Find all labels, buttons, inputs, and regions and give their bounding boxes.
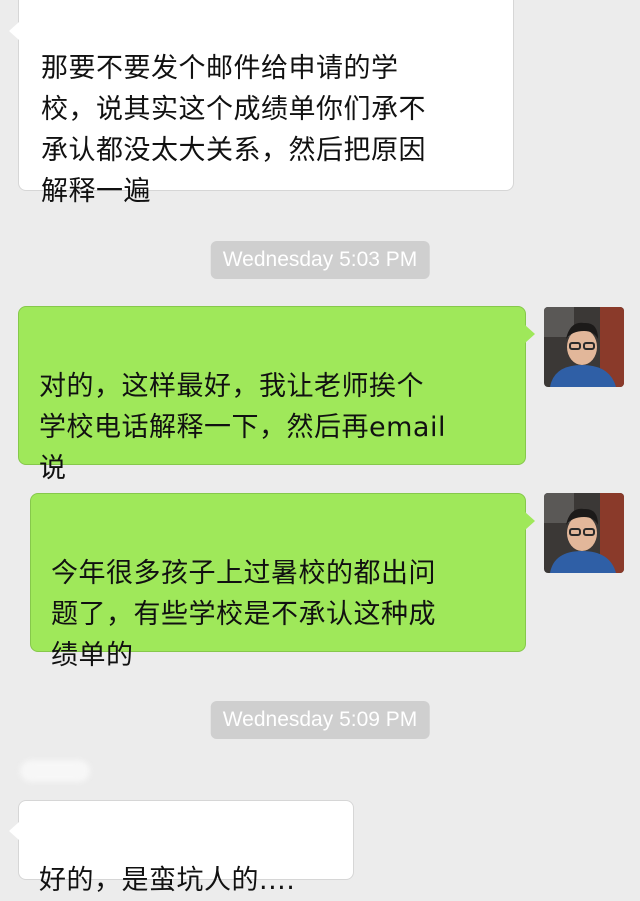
avatar-image bbox=[544, 493, 624, 573]
message-text: 对的，这样最好，我让老师挨个 学校电话解释一下，然后再email 说 bbox=[39, 371, 446, 484]
user-avatar-icon[interactable] bbox=[544, 493, 624, 573]
message-text: 那要不要发个邮件给申请的学 校，说其实这个成绩单你们承不 承认都没太大关系，然后… bbox=[41, 53, 426, 207]
timestamp: Wednesday 5:03 PM bbox=[210, 241, 430, 279]
avatar-image bbox=[544, 307, 624, 387]
sender-name-redacted bbox=[20, 760, 90, 782]
incoming-message-bubble[interactable]: 那要不要发个邮件给申请的学 校，说其实这个成绩单你们承不 承认都没太大关系，然后… bbox=[18, 0, 514, 207]
outgoing-message-bubble[interactable]: 对的，这样最好，我让老师挨个 学校电话解释一下，然后再email 说 bbox=[18, 306, 526, 484]
outgoing-message-bubble[interactable]: 今年很多孩子上过暑校的都出问 题了，有些学校是不承认这种成 绩单的 bbox=[30, 493, 526, 671]
bubble-tail bbox=[525, 325, 535, 343]
incoming-message-bubble[interactable]: 好的，是蛮坑人的.... bbox=[18, 800, 354, 896]
message-text: 今年很多孩子上过暑校的都出问 题了，有些学校是不承认这种成 绩单的 bbox=[51, 558, 436, 671]
timestamp: Wednesday 5:09 PM bbox=[210, 701, 430, 739]
user-avatar-icon[interactable] bbox=[544, 307, 624, 387]
message-text: 好的，是蛮坑人的.... bbox=[39, 865, 296, 896]
bubble-tail bbox=[9, 822, 19, 840]
bubble-tail bbox=[525, 512, 535, 530]
bubble-tail bbox=[9, 22, 19, 40]
